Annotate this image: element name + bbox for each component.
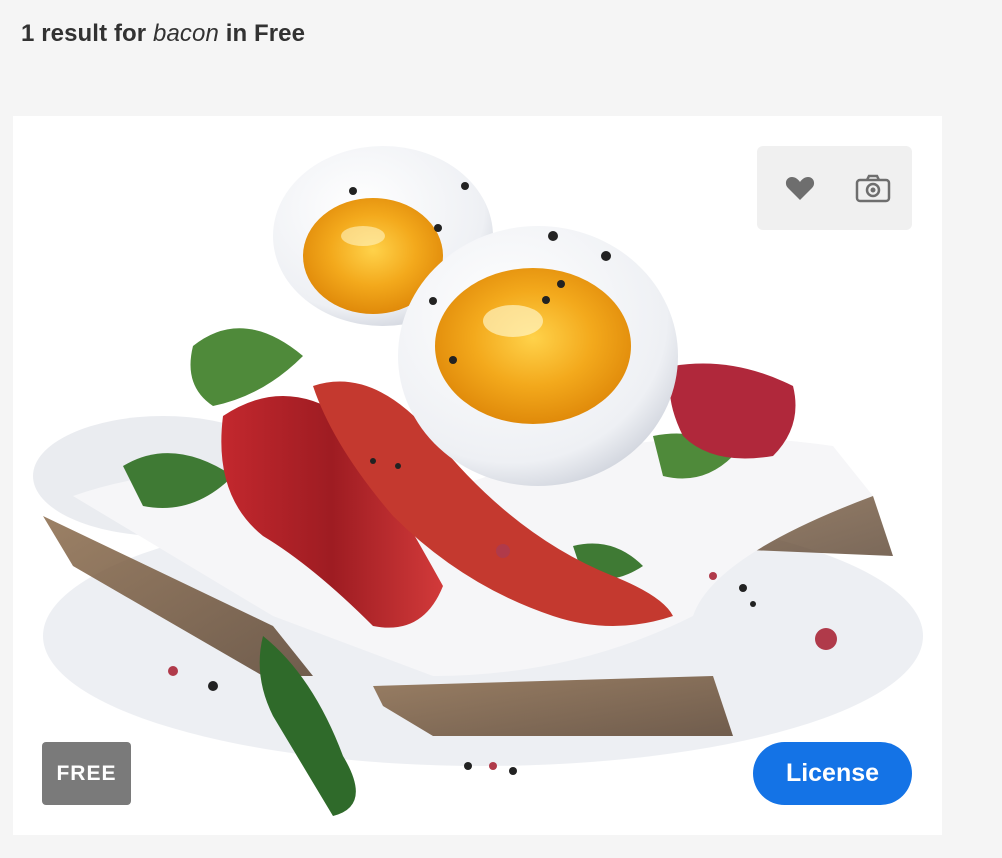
find-similar-button[interactable] (853, 168, 893, 208)
bread-slice (373, 676, 733, 736)
results-count: 1 result for (21, 20, 147, 47)
result-card[interactable]: FREE License (13, 116, 942, 835)
like-button[interactable] (780, 168, 820, 208)
yolk-highlight (483, 305, 543, 337)
egg-yolk (435, 268, 631, 424)
camera-icon (855, 174, 891, 203)
greens (190, 328, 303, 406)
heart-icon (785, 177, 815, 200)
search-query: bacon (153, 20, 219, 47)
results-heading: 1 result for bacon in Free (21, 20, 305, 48)
yolk-highlight (341, 226, 385, 246)
free-badge: FREE (42, 742, 131, 805)
image-actions-panel (757, 146, 912, 230)
results-scope: in Free (225, 20, 306, 47)
license-button[interactable]: License (753, 742, 912, 805)
